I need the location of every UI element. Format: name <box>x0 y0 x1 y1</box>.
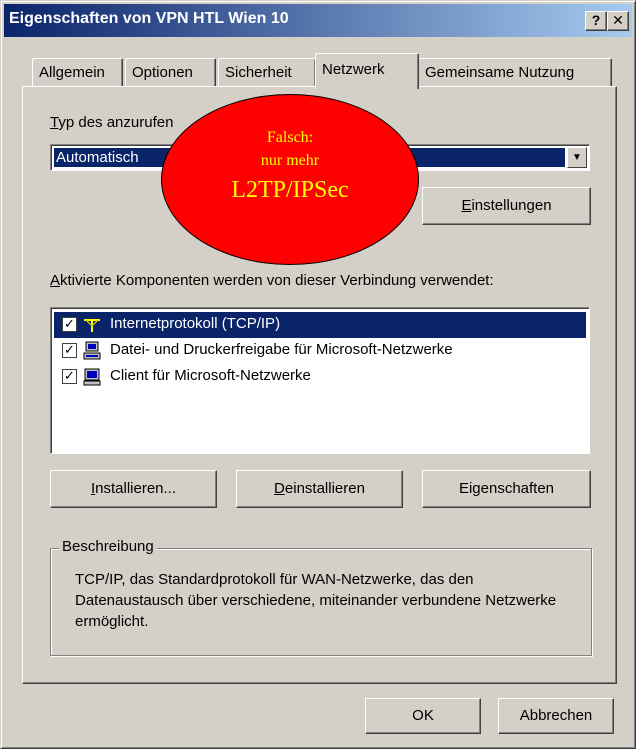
install-button[interactable]: Installieren... <box>50 470 217 508</box>
tab-allgemein[interactable]: Allgemein <box>32 58 123 89</box>
help-button[interactable]: ? <box>585 11 607 31</box>
dialog-title: Eigenschaften von VPN HTL Wien 10 <box>9 10 289 27</box>
annotation-balloon: Falsch: nur mehr L2TP/IPSec <box>161 94 419 265</box>
components-list[interactable]: ✓ Internetprotokoll (TCP/IP) ✓ Datei- un… <box>50 307 590 454</box>
list-item[interactable]: ✓ Client für Microsoft-Netzwerke <box>54 364 586 390</box>
cancel-button[interactable]: Abbrechen <box>498 698 614 734</box>
title-bar: Eigenschaften von VPN HTL Wien 10 ? ✕ <box>4 4 632 37</box>
checkbox[interactable]: ✓ <box>62 317 77 332</box>
annotation-line-1: Falsch: <box>266 129 314 146</box>
description-title: Beschreibung <box>59 538 157 555</box>
uninstall-button[interactable]: Deinstallieren <box>236 470 403 508</box>
list-item[interactable]: ✓ Internetprotokoll (TCP/IP) <box>54 312 586 338</box>
tab-optionen[interactable]: Optionen <box>125 58 216 89</box>
list-item-label: Client für Microsoft-Netzwerke <box>110 367 311 384</box>
description-text: TCP/IP, das Standardprotokoll für WAN-Ne… <box>75 571 557 630</box>
close-button[interactable]: ✕ <box>607 11 629 31</box>
tab-sicherheit[interactable]: Sicherheit <box>218 58 316 89</box>
dropdown-arrow-icon[interactable]: ▼ <box>567 147 587 168</box>
settings-button[interactable]: Einstellungen <box>422 187 591 225</box>
annotation-line-2: nur mehr <box>260 152 320 169</box>
components-label: Aktivierte Komponenten werden von dieser… <box>50 272 494 289</box>
list-item-label: Internetprotokoll (TCP/IP) <box>110 315 281 332</box>
list-item[interactable]: ✓ Datei- und Druckerfreigabe für Microso… <box>54 338 586 364</box>
tab-gemeinsame-nutzung[interactable]: Gemeinsame Nutzung <box>418 58 612 89</box>
list-item-label: Datei- und Druckerfreigabe für Microsoft… <box>110 341 453 358</box>
ok-button[interactable]: OK <box>365 698 481 734</box>
properties-button[interactable]: Eigenschaften <box>422 470 591 508</box>
computer-icon <box>83 368 101 386</box>
vpn-type-label: Typ des anzurufen <box>50 114 174 131</box>
computer-printer-icon <box>83 341 101 360</box>
checkbox[interactable]: ✓ <box>62 343 77 358</box>
checkbox[interactable]: ✓ <box>62 369 77 384</box>
description-group: Beschreibung TCP/IP, das Standardprotoko… <box>50 538 592 656</box>
network-protocol-icon <box>84 319 100 332</box>
annotation-line-3: L2TP/IPSec <box>231 177 349 203</box>
tab-netzwerk[interactable]: Netzwerk <box>315 53 419 89</box>
